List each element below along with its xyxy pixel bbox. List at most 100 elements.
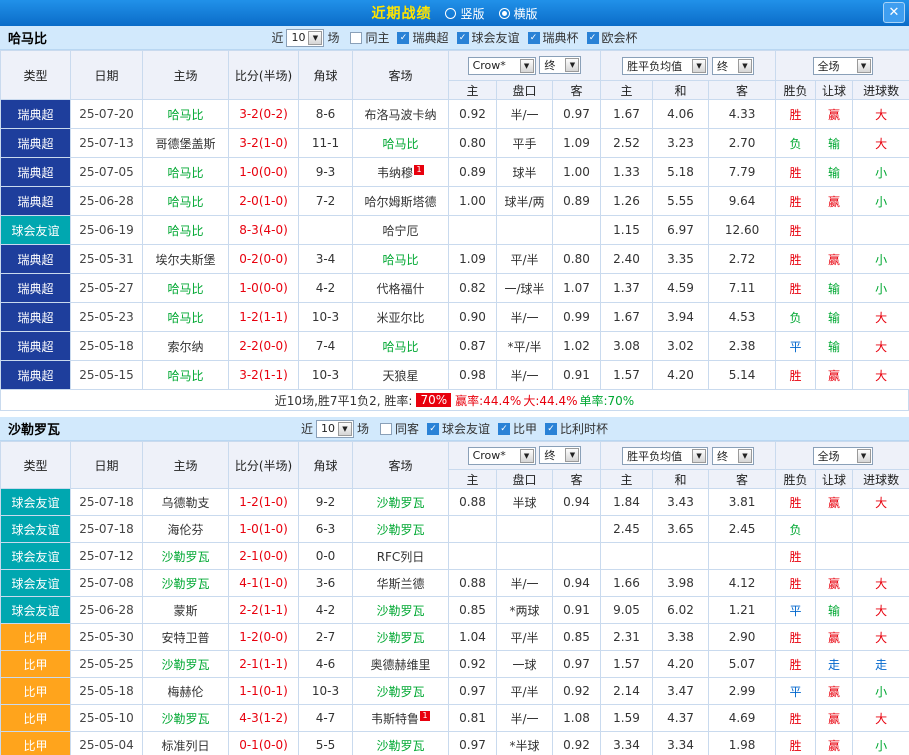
- team-label: 沙勒罗瓦: [161, 549, 210, 564]
- result-wdl-cell: 胜: [775, 569, 817, 597]
- team-label: 奥德赫维里: [370, 657, 431, 672]
- corner-cell: [298, 215, 353, 245]
- corner-cell: 11-1: [298, 128, 353, 158]
- away-team-cell: 韦纳穆 1: [352, 157, 449, 187]
- close-button[interactable]: ✕: [883, 2, 905, 23]
- odds-company-value: Crow*: [472, 449, 506, 463]
- result-goals-cell: 小: [852, 273, 909, 303]
- league-type-cell: 球会友谊: [0, 596, 71, 624]
- odds-final-value: 终: [544, 449, 556, 463]
- handicap-odds-cell: [551, 515, 602, 543]
- odds-company-select[interactable]: Crow*: [467, 56, 536, 75]
- handicap-odds-cell: 0.89: [551, 186, 602, 216]
- avg-odds-cell: 3.65: [652, 515, 710, 543]
- sub-header-goals: 进球数: [852, 80, 909, 100]
- filter-checkbox[interactable]: 球会友谊: [456, 29, 520, 46]
- match-row: 瑞典超 25-07-20 哈马比 3-2(0-2) 8-6 布洛马波卡纳 0.92 半/一 0.…: [0, 99, 909, 129]
- corner-cell: 8-6: [298, 99, 353, 129]
- filter-checkbox[interactable]: 比甲: [498, 420, 537, 437]
- result-wdl-cell: 平: [775, 596, 817, 624]
- league-type-cell: 球会友谊: [0, 515, 71, 543]
- filter-checkbox[interactable]: 瑞典杯: [527, 29, 579, 46]
- avg-odds-cell: 1.26: [600, 186, 654, 216]
- away-team-cell: 华斯兰德: [352, 569, 449, 597]
- filter-checkbox[interactable]: 比利时杯: [545, 420, 608, 437]
- layout-radio-vertical[interactable]: 竖版: [445, 5, 485, 22]
- odds-final-value: 终: [544, 59, 556, 73]
- chevron-down-icon: [737, 448, 752, 463]
- match-date-cell: 25-05-23: [70, 302, 143, 332]
- result-handicap-cell: [815, 515, 854, 543]
- sub-header-wdl: 胜负: [775, 469, 817, 489]
- result-handicap-cell: 输: [815, 331, 854, 361]
- result-wdl-cell: 胜: [775, 99, 817, 129]
- result-goals-cell: 小: [852, 244, 909, 274]
- team-label: 沙勒罗瓦: [376, 495, 425, 510]
- filter-checkbox-label: 瑞典超: [412, 31, 449, 45]
- team-label: 沙勒罗瓦: [376, 684, 425, 699]
- filter-checkbox[interactable]: 瑞典超: [397, 29, 449, 46]
- result-handicap-cell: 赢: [815, 569, 854, 597]
- avg-final-select[interactable]: 终: [711, 446, 754, 465]
- avg-metric-select[interactable]: 胜平负均值: [622, 56, 709, 75]
- layout-radio-horizontal[interactable]: 横版: [498, 5, 538, 22]
- away-team-cell: 沙勒罗瓦: [352, 488, 449, 516]
- match-row: 瑞典超 25-05-18 索尔纳 2-2(0-0) 7-4 哈马比 0.87 *平/半 1.02…: [0, 331, 909, 361]
- scope-value: 全场: [817, 449, 840, 463]
- handicap-odds-cell: 0.97: [448, 677, 497, 705]
- checkbox-unchecked-icon: [379, 422, 392, 435]
- handicap-odds-cell: 球半: [496, 157, 553, 187]
- team-label: 沙勒罗瓦: [376, 522, 425, 537]
- team-label: 代格福什: [376, 281, 425, 296]
- col-header-away: 客场: [352, 441, 449, 489]
- match-row: 球会友谊 25-07-18 海伦芬 1-0(1-0) 6-3 沙勒罗瓦 2.45 3.65 2.…: [0, 515, 909, 543]
- result-wdl-cell: 胜: [775, 360, 817, 390]
- avg-final-select[interactable]: 终: [711, 56, 754, 75]
- summary-part: 大:44.4%: [523, 393, 578, 408]
- result-wdl-cell: 胜: [775, 542, 817, 570]
- handicap-odds-cell: 一/球半: [496, 273, 553, 303]
- sub-header-avg-draw: 和: [652, 469, 710, 489]
- checkbox-unchecked-icon: [350, 31, 363, 44]
- avg-odds-cell: 7.79: [708, 157, 777, 187]
- odds-final-select[interactable]: 终: [539, 446, 582, 465]
- scope-header-cell: 全场: [775, 441, 909, 470]
- handicap-odds-cell: 1.09: [448, 244, 497, 274]
- filter-checkbox[interactable]: 欧会杯: [586, 29, 638, 46]
- team-label: 索尔纳: [167, 339, 204, 354]
- filter-checkbox[interactable]: 球会友谊: [427, 420, 490, 437]
- league-type-cell: 球会友谊: [0, 569, 71, 597]
- handicap-odds-cell: 0.80: [448, 128, 497, 158]
- scope-select[interactable]: 全场: [812, 446, 873, 465]
- avg-final-value: 终: [716, 449, 728, 463]
- odds-final-select[interactable]: 终: [539, 56, 582, 75]
- handicap-odds-cell: 半/一: [496, 302, 553, 332]
- corner-cell: 4-7: [298, 704, 353, 732]
- result-wdl-cell: 负: [775, 515, 817, 543]
- summary-part: 赢率:44.4%: [455, 393, 522, 408]
- avg-metric-select[interactable]: 胜平负均值: [622, 446, 709, 465]
- result-goals-cell: 大: [852, 596, 909, 624]
- avg-odds-cell: 4.20: [652, 650, 710, 678]
- result-goals-cell: 大: [852, 488, 909, 516]
- chevron-down-icon: [337, 421, 352, 436]
- odds-company-select[interactable]: Crow*: [467, 446, 536, 465]
- avg-odds-cell: [600, 542, 654, 570]
- filter-checkbox-label: 球会友谊: [442, 422, 491, 436]
- col-header-corner: 角球: [298, 441, 353, 489]
- scope-select[interactable]: 全场: [812, 56, 873, 75]
- filter-checkbox[interactable]: 同客: [379, 420, 419, 437]
- match-count-select[interactable]: 10: [315, 419, 354, 438]
- filter-checkbox[interactable]: 同主: [350, 29, 389, 46]
- checkbox-checked-icon: [427, 422, 439, 435]
- filter-near-label: 近: [300, 422, 313, 436]
- handicap-odds-cell: *两球: [496, 596, 553, 624]
- score-cell: 4-3(1-2): [228, 704, 299, 732]
- titlebar-center: 近期战绩 竖版 横版: [0, 3, 909, 23]
- handicap-odds-cell: 半/一: [496, 704, 553, 732]
- avg-odds-cell: 4.59: [652, 273, 710, 303]
- corner-cell: 3-4: [298, 244, 353, 274]
- avg-odds-cell: 4.37: [652, 704, 710, 732]
- match-count-select[interactable]: 10: [286, 28, 325, 47]
- score-cell: 0-2(0-0): [228, 244, 299, 274]
